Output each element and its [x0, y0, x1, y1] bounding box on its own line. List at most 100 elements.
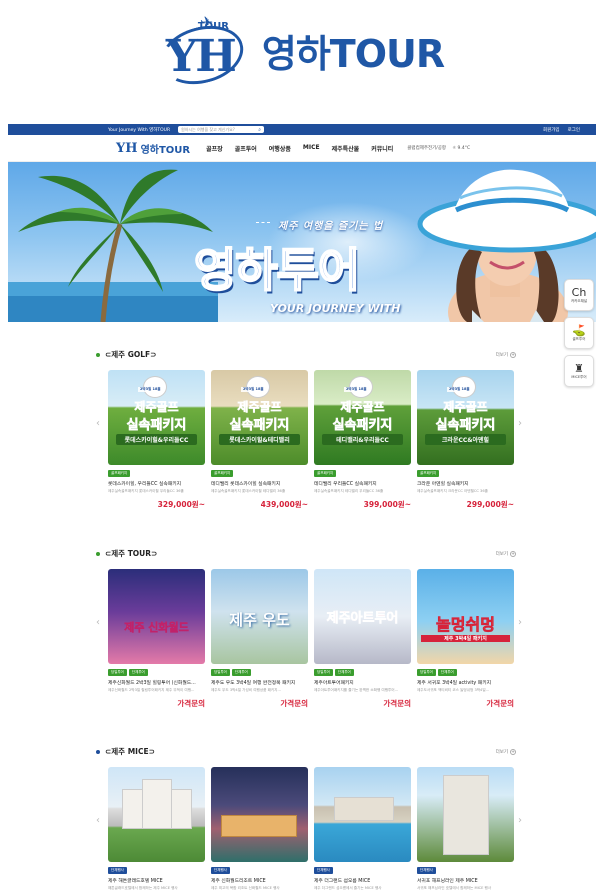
product-title[interactable]: 제주 서귀포 3박4일 activity 패키지: [417, 679, 514, 686]
product-price: 439,000원~: [260, 500, 308, 509]
product-card[interactable]: 2박3일 18홀 제주골프 실속패키지 롯데스카이힐&테디밸리 골프패키지 테디…: [211, 370, 308, 510]
product-thumbnail: 2박3일 18홀 제주골프 실속패키지 테디밸리&우리들CC: [314, 370, 411, 465]
product-desc: 제주아트투어패키지를 즐기는 완벽한 소확행 여행투어...: [314, 688, 399, 692]
website-preview: Your Journey With 영하TOUR 원하시는 여행을 찾고 계신가…: [8, 124, 596, 895]
category-badge: 단체투어: [128, 669, 148, 676]
search-icon[interactable]: ⌕: [258, 127, 261, 133]
section-title: ⊂제주 GOLF⊃: [105, 350, 157, 359]
product-thumbnail: 제주 우도: [211, 569, 308, 664]
product-desc: 제주실속골프패키지 롯데스카이힐 우리들CC 36홀: [108, 489, 184, 493]
product-card[interactable]: 단체행사 제주 신화월드리조트 MICE 제주 최고의 복합 리조트 신화월드 …: [211, 767, 308, 891]
nav-menu: 골프장 골프투어 여행상품 MICE 제주특산물 커뮤니티: [206, 144, 393, 153]
palm-tree-image: [8, 169, 218, 322]
golf-icon: ⛳: [572, 323, 586, 337]
next-arrow-icon[interactable]: ›: [518, 617, 522, 628]
product-title[interactable]: 제주도 우도 3박4일 여행 완전정복 패키지: [211, 679, 308, 686]
brand-name: 영하TOUR: [261, 31, 445, 76]
floating-quick-menu: Ch 카카오채널 ⛳ 골프투어 ♜ MICE투어: [564, 279, 594, 387]
signup-link[interactable]: 회원가입: [543, 127, 560, 133]
product-title[interactable]: 테디밸리 롯데스카이힐 실속패키지: [211, 480, 308, 487]
product-price: 가격문의: [177, 699, 205, 708]
login-link[interactable]: 로그인: [568, 127, 580, 133]
product-title[interactable]: 제주 더그랜드 섬오름 MICE: [314, 877, 411, 884]
product-card[interactable]: 단체행사 제주 해튼글래드호텔 MICE 해튼글래드호텔에서 함께하는 제주 M…: [108, 767, 205, 891]
product-thumbnail: 2박3일 18홀 제주골프 실속패키지 크라운CC&아덴힐: [417, 370, 514, 465]
nav-item-community[interactable]: 커뮤니티: [371, 144, 393, 153]
product-thumbnail: [211, 767, 308, 862]
product-title[interactable]: 서귀포 해프닝라인 제주 MICE: [417, 877, 514, 884]
hero-subtitle: YOUR JOURNEY WITH: [270, 302, 401, 315]
product-thumbnail: [417, 767, 514, 862]
weather-readout: ☼ 9.4°C: [452, 145, 471, 151]
top-utility-bar: Your Journey With 영하TOUR 원하시는 여행을 찾고 계신가…: [8, 124, 596, 135]
category-badge: 단체투어: [437, 669, 457, 676]
category-badge: 단체행사: [314, 867, 333, 874]
product-thumbnail: 2박3일 18홀 제주골프 실속패키지 롯데스카이힐&테디밸리: [211, 370, 308, 465]
nav-item-travel[interactable]: 여행상품: [269, 144, 291, 153]
mice-tour-quick-button[interactable]: ♜ MICE투어: [564, 355, 594, 387]
section-bullet: [96, 551, 100, 556]
golf-tour-quick-button[interactable]: ⛳ 골프투어: [564, 317, 594, 349]
product-price: 329,000원~: [157, 500, 205, 509]
prev-arrow-icon[interactable]: ‹: [96, 617, 100, 628]
product-card[interactable]: 2박3일 18홀 제주골프 실속패키지 테디밸리&우리들CC 골프패키지 테디밸…: [314, 370, 411, 510]
hero-caption: 제주 여행을 즐기는 법: [278, 221, 384, 232]
product-title[interactable]: 제주신화월드 2박3일 힐링투어 (신화월드...: [108, 679, 205, 686]
tour-section: ⊂제주 TOUR⊃ 더보기 + ‹ 제주 신화월드 당일투어 단체투어 제주신화월…: [96, 548, 522, 709]
brand-logo[interactable]: ✈ TOUR YH 영하TOUR: [0, 0, 604, 100]
golf-more-link[interactable]: 더보기 +: [496, 351, 516, 358]
product-desc: 제주신화월드 2박3일 힐링투어패키지 제주 뚜벅이 여행...: [108, 688, 195, 692]
nav-logo[interactable]: YH 영하TOUR: [116, 141, 190, 156]
prev-arrow-icon[interactable]: ‹: [96, 815, 100, 826]
plus-icon: +: [510, 550, 516, 557]
category-badge: 당일투어: [314, 669, 333, 676]
airport-info[interactable]: 클럽컵제주전기/공항: [407, 145, 446, 151]
product-title[interactable]: 테디밸리 우리들CC 실속패키지: [314, 480, 411, 487]
nav-item-specialties[interactable]: 제주특산물: [332, 144, 360, 153]
yh-emblem: ✈ TOUR YH: [154, 13, 250, 93]
product-title[interactable]: 롯데스카이힐, 우리들CC 실속패키지: [108, 480, 205, 487]
product-price: 가격문의: [383, 699, 411, 708]
prev-arrow-icon[interactable]: ‹: [96, 418, 100, 429]
product-desc: 제주도서귀포 액티비티 코스 놀멍쉬멍 3박4일...: [417, 688, 490, 692]
product-title[interactable]: 제주 신화월드리조트 MICE: [211, 877, 308, 884]
product-title[interactable]: 제주 해튼글래드호텔 MICE: [108, 877, 205, 884]
nav-item-golf-tour[interactable]: 골프투어: [235, 144, 257, 153]
search-input[interactable]: 원하시는 여행을 찾고 계신가요? ⌕: [178, 126, 265, 133]
mice-more-link[interactable]: 더보기 +: [496, 748, 516, 755]
product-desc: 제주실속골프패키지 테디밸리 우리들CC 36홀: [314, 489, 384, 493]
hero-banner[interactable]: 제주 여행을 즐기는 법 영하투어 YOUR JOURNEY WITH: [8, 162, 596, 322]
product-card[interactable]: 제주아트투어 당일투어 단체투어 제주아트투어패키지 제주아트투어패키지를 즐기…: [314, 569, 411, 709]
product-desc: 제주도 우도 3박4일 가성비 여행상품 패키지...: [211, 688, 281, 692]
category-badge: 골프패키지: [211, 470, 234, 477]
section-title: ⊂제주 TOUR⊃: [105, 549, 158, 558]
product-card[interactable]: 단체행사 제주 더그랜드 섬오름 MICE 제주 더그랜드 섬오름에서 즐기는 …: [314, 767, 411, 891]
nav-item-golf-course[interactable]: 골프장: [206, 144, 223, 153]
category-badge: 당일투어: [211, 669, 230, 676]
product-card[interactable]: 제주 신화월드 당일투어 단체투어 제주신화월드 2박3일 힐링투어 (신화월드…: [108, 569, 205, 709]
product-thumbnail: 놀멍쉬멍 제주 3박4일 패키지: [417, 569, 514, 664]
building-icon: ♜: [574, 361, 584, 375]
tour-more-link[interactable]: 더보기 +: [496, 550, 516, 557]
nav-item-mice[interactable]: MICE: [303, 144, 320, 153]
product-price: 399,000원~: [363, 500, 411, 509]
category-badge: 골프패키지: [417, 470, 440, 477]
product-title[interactable]: 크라운 아덴힐 실속패키지: [417, 480, 514, 487]
product-price: 가격문의: [280, 699, 308, 708]
next-arrow-icon[interactable]: ›: [518, 418, 522, 429]
product-card[interactable]: 제주 우도 당일투어 단체투어 제주도 우도 3박4일 여행 완전정복 패키지 …: [211, 569, 308, 709]
plus-icon: +: [510, 351, 516, 358]
golf-section: ⊂제주 GOLF⊃ 더보기 + ‹ 2박3일 18홀 제주골프 실속패키지 롯데스…: [96, 349, 522, 510]
product-card[interactable]: 단체행사 서귀포 해프닝라인 제주 MICE 서귀포 해프닝라인 호텔에서 함께…: [417, 767, 514, 891]
product-price: 가격문의: [486, 699, 514, 708]
product-card[interactable]: 2박3일 18홀 제주골프 실속패키지 롯데스카이힐&우리들CC 골프패키지 롯…: [108, 370, 205, 510]
product-card[interactable]: 2박3일 18홀 제주골프 실속패키지 크라운CC&아덴힐 골프패키지 크라운 …: [417, 370, 514, 510]
category-badge: 당일투어: [108, 669, 127, 676]
category-badge: 단체투어: [231, 669, 251, 676]
category-badge: 단체행사: [417, 867, 436, 874]
next-arrow-icon[interactable]: ›: [518, 815, 522, 826]
product-title[interactable]: 제주아트투어패키지: [314, 679, 411, 686]
section-bullet: [96, 749, 100, 754]
kakao-channel-button[interactable]: Ch 카카오채널: [564, 279, 594, 311]
product-card[interactable]: 놀멍쉬멍 제주 3박4일 패키지 당일투어 단체투어 제주 서귀포 3박4일 a…: [417, 569, 514, 709]
